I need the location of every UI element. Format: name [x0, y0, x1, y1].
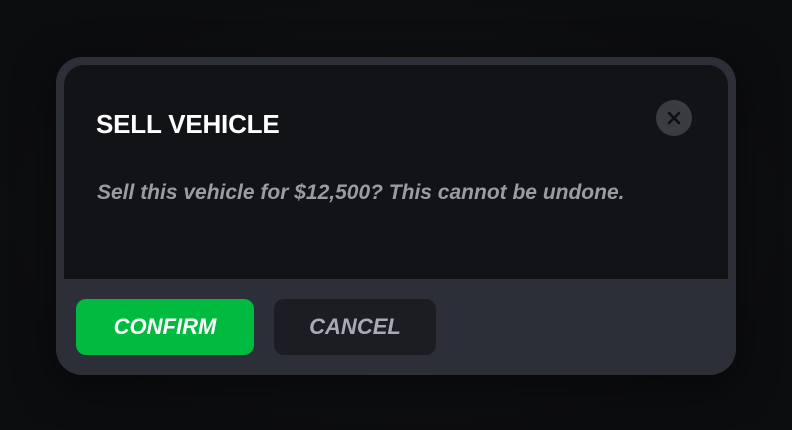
- dialog-footer: CONFIRM CANCEL: [76, 299, 436, 355]
- close-button[interactable]: [656, 100, 692, 136]
- dialog-title: SELL VEHICLE: [96, 109, 280, 139]
- confirm-button[interactable]: CONFIRM: [76, 299, 254, 355]
- dialog-message: Sell this vehicle for $12,500? This cann…: [97, 181, 625, 204]
- sell-vehicle-dialog: SELL VEHICLE Sell this vehicle for $12,5…: [56, 57, 736, 375]
- dialog-body: SELL VEHICLE Sell this vehicle for $12,5…: [64, 65, 728, 279]
- cancel-button[interactable]: CANCEL: [274, 299, 436, 355]
- close-icon: [667, 111, 681, 125]
